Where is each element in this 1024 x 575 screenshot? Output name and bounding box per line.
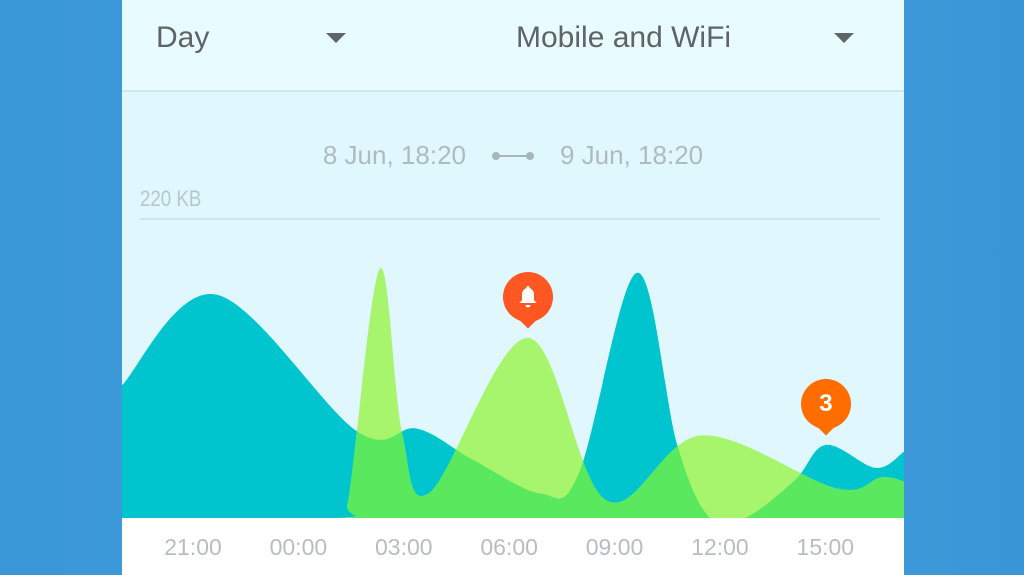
x-tick-label: 15:00 [796, 534, 855, 560]
x-axis: 21:00 00:00 03:00 06:00 09:00 12:00 15:00 [122, 518, 904, 575]
marker-count-label: 3 [819, 389, 833, 417]
count-marker[interactable]: 3 [800, 378, 851, 439]
x-tick-label: 21:00 [164, 534, 222, 560]
x-tick-label: 03:00 [374, 534, 433, 560]
usage-panel: Day Mobile and WiFi 8 Jun, 18:20 9 Jun, … [122, 0, 904, 575]
bell-icon [503, 272, 553, 322]
x-tick-label: 09:00 [585, 534, 644, 560]
x-tick-label: 00:00 [269, 534, 328, 560]
x-tick-label: 06:00 [480, 534, 538, 560]
x-tick-label: 12:00 [691, 534, 749, 560]
alert-marker[interactable] [502, 271, 553, 332]
